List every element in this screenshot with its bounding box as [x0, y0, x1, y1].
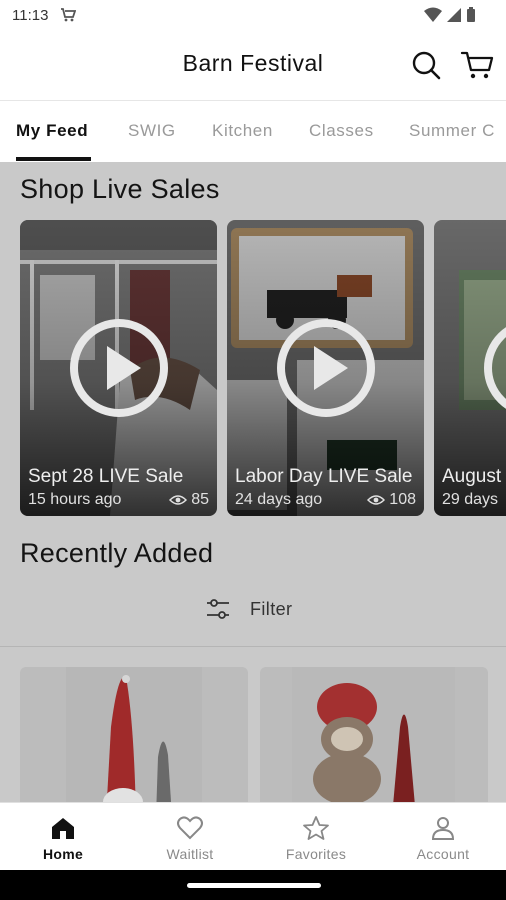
views-count: 85 [191, 491, 209, 508]
app-bar: Barn Festival [0, 32, 506, 100]
nav-label: Account [416, 846, 470, 862]
search-icon [412, 51, 441, 80]
search-button[interactable] [409, 48, 443, 82]
video-age: 24 days ago [235, 491, 323, 508]
status-time: 11:13 [12, 7, 49, 24]
nav-label: Home [42, 846, 84, 862]
video-age: 15 hours ago [28, 491, 122, 508]
battery-icon [467, 7, 475, 22]
video-views: 85 [169, 491, 209, 509]
cart-icon [460, 51, 494, 79]
active-tab-indicator [16, 157, 91, 161]
shopping-cart-notification-icon [61, 8, 76, 22]
account-icon [431, 817, 455, 840]
nav-favorites[interactable]: Favorites [253, 803, 379, 871]
live-sales-heading: Shop Live Sales [20, 174, 220, 204]
feed-content[interactable]: Shop Live Sales Sept 28 LIVE Sale 15 hou… [0, 162, 506, 802]
heart-icon [177, 816, 203, 840]
play-icon[interactable] [69, 318, 169, 418]
filter-button[interactable]: Filter [0, 587, 506, 647]
filter-label: Filter [250, 599, 293, 619]
signal-icon [447, 8, 461, 22]
play-icon[interactable] [483, 318, 506, 418]
tab-swig[interactable]: SWIG [128, 121, 176, 141]
views-count: 108 [389, 491, 416, 508]
product-card[interactable] [260, 667, 488, 802]
tab-kitchen[interactable]: Kitchen [212, 121, 273, 141]
star-icon [303, 816, 329, 840]
video-title: Labor Day LIVE Sale [235, 466, 413, 487]
play-icon[interactable] [276, 318, 376, 418]
filter-sliders-icon [207, 599, 229, 619]
nav-waitlist[interactable]: Waitlist [127, 803, 253, 871]
wifi-icon [424, 7, 442, 22]
eye-icon [367, 495, 386, 505]
cart-button[interactable] [459, 48, 495, 82]
product-image [292, 667, 455, 802]
system-gesture-bar [0, 870, 506, 900]
live-sale-card[interactable]: August Sale 29 days [434, 220, 506, 516]
live-sale-card[interactable]: Sept 28 LIVE Sale 15 hours ago 85 [20, 220, 217, 516]
eye-icon [169, 495, 188, 505]
nav-label: Favorites [285, 846, 347, 862]
product-image [66, 667, 202, 802]
video-views: 108 [367, 491, 416, 509]
home-icon [52, 818, 74, 839]
nav-account[interactable]: Account [380, 803, 506, 871]
home-gesture-handle[interactable] [187, 883, 321, 888]
nav-label: Waitlist [166, 846, 214, 862]
bottom-navigation: Home Waitlist Favorites Account [0, 802, 506, 870]
recently-added-heading: Recently Added [20, 538, 214, 568]
product-card[interactable] [20, 667, 248, 802]
status-indicators [424, 7, 476, 23]
category-tabs: My Feed SWIG Kitchen Classes Summer C [0, 100, 506, 162]
nav-home[interactable]: Home [0, 803, 126, 871]
live-sale-card[interactable]: Labor Day LIVE Sale 24 days ago 108 [227, 220, 424, 516]
tab-classes[interactable]: Classes [309, 121, 374, 141]
tab-my-feed[interactable]: My Feed [16, 121, 88, 141]
video-age: 29 days [442, 491, 499, 508]
status-bar: 11:13 [0, 0, 506, 32]
tab-summer[interactable]: Summer C [409, 121, 495, 141]
video-title: Sept 28 LIVE Sale [28, 466, 184, 487]
video-title: August Sale [442, 466, 506, 487]
